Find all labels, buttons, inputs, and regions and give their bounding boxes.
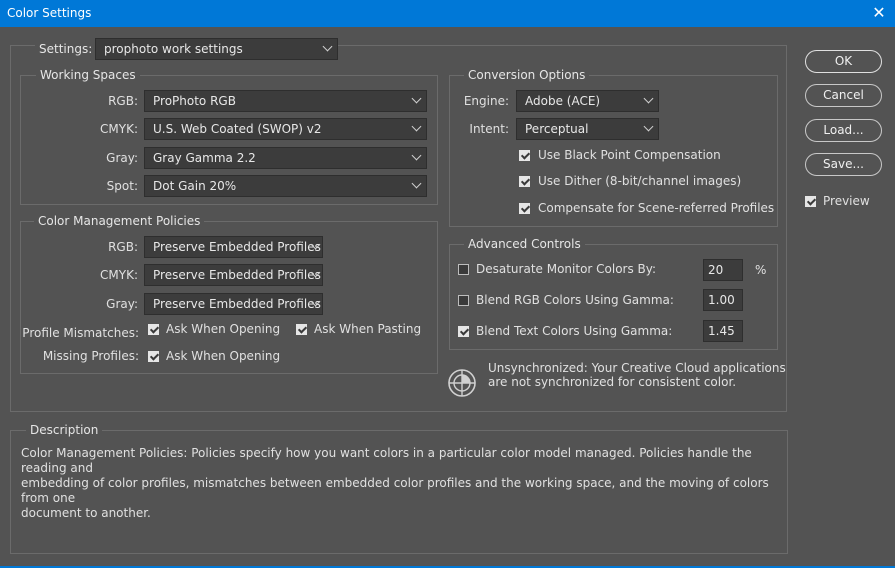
policy-gray-value: Preserve Embedded Profiles [153,297,321,311]
blend-text-input[interactable]: 1.45 [703,320,743,342]
policy-rgb-label: RGB: [108,240,138,254]
intent-select[interactable]: Perceptual [516,118,659,140]
ok-button[interactable]: OK [805,50,882,73]
description-title: Description [26,423,103,437]
missing-ask-opening-label: Ask When Opening [166,349,281,363]
black-point-label: Use Black Point Compensation [538,148,721,162]
close-icon[interactable]: ✕ [869,3,889,23]
intent-value: Perceptual [525,122,589,136]
scene-referred-label: Compensate for Scene-referred Profiles [538,201,775,215]
profile-mismatches-label: Profile Mismatches: [22,326,139,340]
blend-text-label: Blend Text Colors Using Gamma: [476,324,673,338]
blend-text-checkbox[interactable] [458,326,469,337]
dither-checkbox[interactable] [519,176,530,187]
sync-status-line1: Unsynchronized: Your Creative Cloud appl… [488,361,786,375]
working-spaces-title: Working Spaces [36,68,140,82]
preview-label: Preview [823,194,870,208]
blend-rgb-input[interactable]: 1.00 [703,289,743,311]
blend-rgb-label: Blend RGB Colors Using Gamma: [476,293,674,307]
intent-label: Intent: [469,122,509,136]
title-bar: Color Settings ✕ [0,0,895,27]
blend-rgb-checkbox[interactable] [458,295,469,306]
ws-rgb-value: ProPhoto RGB [153,94,236,108]
black-point-checkbox[interactable] [519,150,530,161]
ask-when-pasting-label: Ask When Pasting [314,322,422,336]
preview-checkbox[interactable] [805,196,816,207]
missing-profiles-label: Missing Profiles: [42,349,139,363]
color-sync-icon [447,368,477,398]
settings-value: prophoto work settings [104,42,243,56]
chevron-down-icon [411,93,422,104]
ws-cmyk-select[interactable]: U.S. Web Coated (SWOP) v2 [144,118,427,140]
ws-spot-label: Spot: [106,179,138,193]
description-text: Color Management Policies: Policies spec… [21,446,776,521]
description-line3: document to another. [21,506,151,520]
policy-cmyk-value: Preserve Embedded Profiles [153,268,321,282]
ask-when-opening-checkbox[interactable] [148,324,159,335]
conversion-title: Conversion Options [464,68,590,82]
sync-status-line2: are not synchronized for consistent colo… [488,375,737,389]
policy-gray-label: Gray: [106,297,138,311]
ws-spot-value: Dot Gain 20% [153,179,237,193]
settings-label: Settings: [35,42,97,56]
percent-unit: % [755,263,767,277]
chevron-down-icon [411,121,422,132]
policy-rgb-select[interactable]: Preserve Embedded Profiles [144,236,323,258]
advanced-title: Advanced Controls [464,237,585,251]
ws-rgb-select[interactable]: ProPhoto RGB [144,90,427,112]
save-button[interactable]: Save... [805,153,882,176]
ask-when-opening-label: Ask When Opening [166,322,281,336]
chevron-down-icon [322,41,333,52]
description-line2: embedding of color profiles, mismatches … [21,476,769,505]
desaturate-checkbox[interactable] [458,264,469,275]
load-button[interactable]: Load... [805,119,882,142]
desaturate-input[interactable]: 20 [703,259,743,281]
desaturate-label: Desaturate Monitor Colors By: [476,262,657,276]
dither-label: Use Dither (8-bit/channel images) [538,174,742,188]
cancel-button[interactable]: Cancel [805,84,882,107]
settings-select[interactable]: prophoto work settings [95,38,338,60]
chevron-down-icon [411,178,422,189]
missing-ask-opening-checkbox[interactable] [148,351,159,362]
ws-gray-label: Gray: [106,151,138,165]
description-line1: Color Management Policies: Policies spec… [21,446,752,475]
window-title: Color Settings [7,6,92,20]
engine-label: Engine: [463,94,509,108]
ws-gray-select[interactable]: Gray Gamma 2.2 [144,147,427,169]
chevron-down-icon [643,93,654,104]
engine-value: Adobe (ACE) [525,94,601,108]
policy-gray-select[interactable]: Preserve Embedded Profiles [144,293,323,315]
policy-rgb-value: Preserve Embedded Profiles [153,240,321,254]
ws-cmyk-label: CMYK: [100,122,138,136]
policy-cmyk-label: CMYK: [100,268,138,282]
engine-select[interactable]: Adobe (ACE) [516,90,659,112]
scene-referred-checkbox[interactable] [519,203,530,214]
ws-rgb-label: RGB: [108,94,138,108]
ask-when-pasting-checkbox[interactable] [296,324,307,335]
chevron-down-icon [411,150,422,161]
chevron-down-icon [643,121,654,132]
ws-cmyk-value: U.S. Web Coated (SWOP) v2 [153,122,322,136]
policy-cmyk-select[interactable]: Preserve Embedded Profiles [144,264,323,286]
ws-gray-value: Gray Gamma 2.2 [153,151,256,165]
policies-title: Color Management Policies [34,214,205,228]
ws-spot-select[interactable]: Dot Gain 20% [144,175,427,197]
